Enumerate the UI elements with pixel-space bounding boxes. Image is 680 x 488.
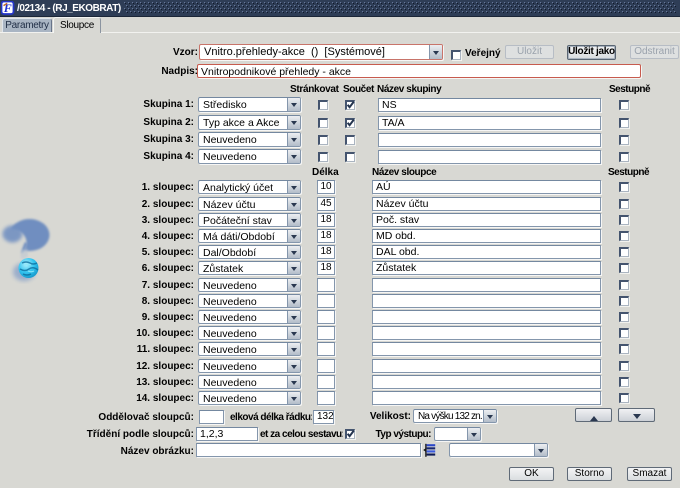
svg-text:F: F [3,1,12,15]
